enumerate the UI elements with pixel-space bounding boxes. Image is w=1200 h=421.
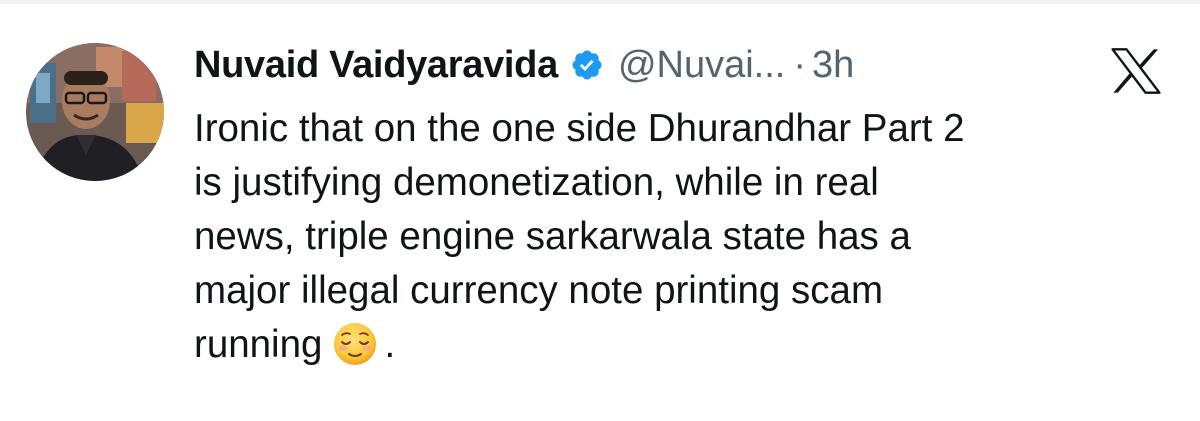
tweet-content: Nuvaid Vaidyaravida @Nuvai... · 3h Ironi… <box>194 36 1154 372</box>
top-divider <box>0 0 1200 4</box>
avatar[interactable] <box>26 43 164 181</box>
tweet-header: Nuvaid Vaidyaravida @Nuvai... · 3h <box>194 36 1154 94</box>
tweet-text-last-word: running <box>194 323 323 366</box>
tweet-text-period: . <box>384 323 396 366</box>
tweet-text-line: news, triple engine sarkarwala state has… <box>194 215 911 258</box>
tweet-text-line: major illegal currency note printing sca… <box>194 269 884 312</box>
x-logo-icon[interactable] <box>1110 47 1162 95</box>
tweet-timestamp[interactable]: 3h <box>812 44 854 87</box>
tweet-text-line: is justifying demonetization, while in r… <box>194 161 879 204</box>
relieved-face-emoji-icon <box>332 321 378 367</box>
verified-badge-icon <box>570 48 604 82</box>
tweet-text-last-line: running . <box>194 318 1144 372</box>
tweet-text: Ironic that on the one side Dhurandhar P… <box>194 102 1144 372</box>
tweet-card[interactable]: Nuvaid Vaidyaravida @Nuvai... · 3h Ironi… <box>0 0 1200 421</box>
author-handle[interactable]: @Nuvai... <box>618 44 785 87</box>
author-name[interactable]: Nuvaid Vaidyaravida <box>194 44 558 87</box>
header-separator: · <box>793 43 806 86</box>
tweet-text-line: Ironic that on the one side Dhurandhar P… <box>194 107 965 150</box>
